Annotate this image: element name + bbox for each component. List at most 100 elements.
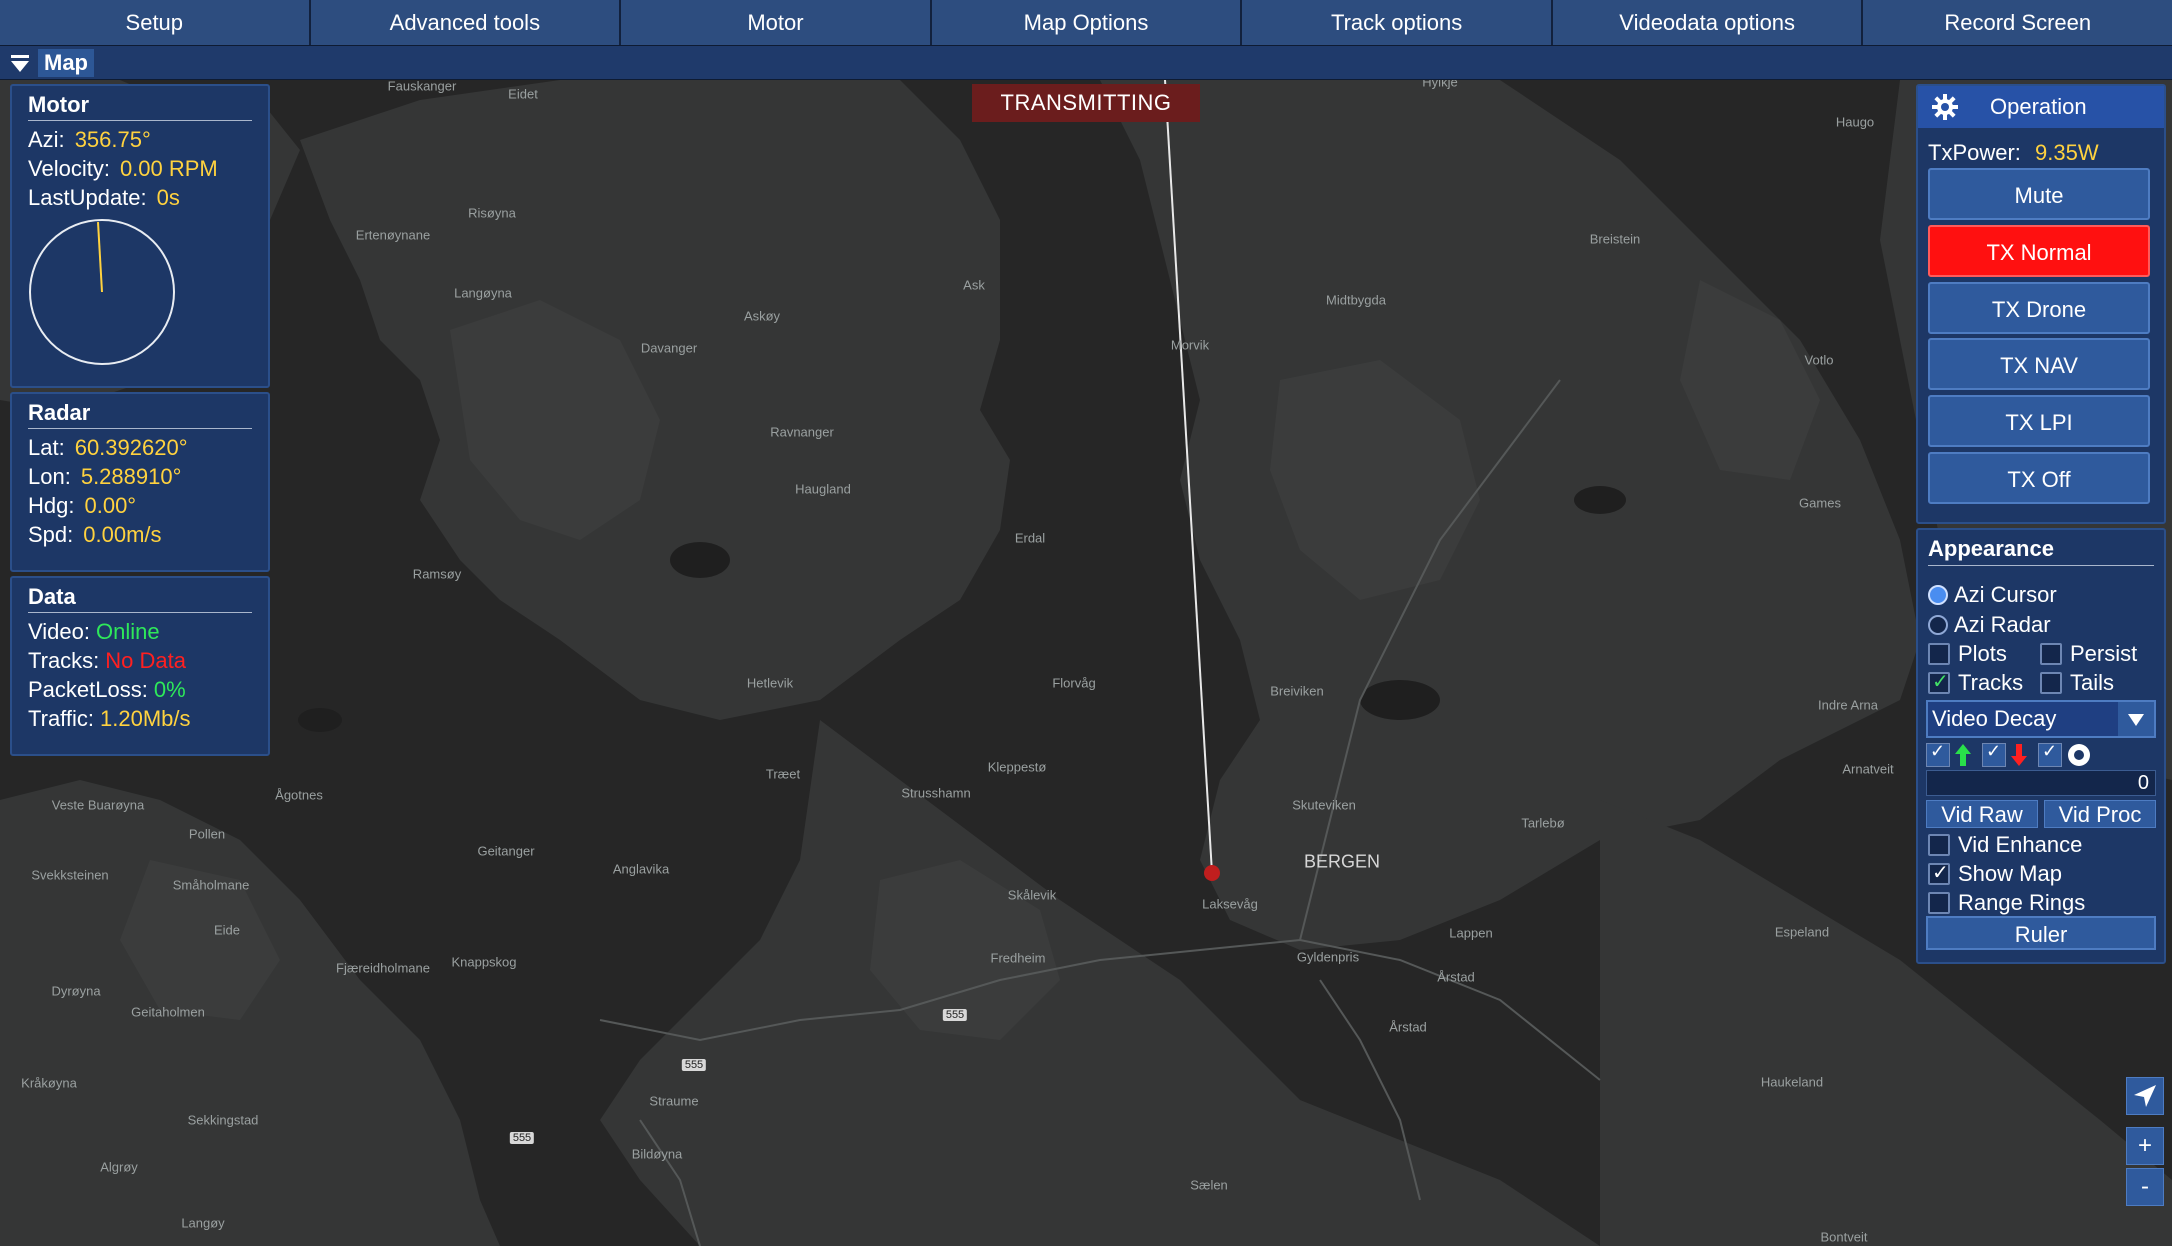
txpower-row: TxPower: 9.35W (1928, 140, 2099, 166)
filter-up-checkbox[interactable] (1926, 741, 1950, 767)
appearance-panel: Appearance Azi Cursor Azi Radar Plots Pe… (1916, 528, 2166, 964)
motor-title: Motor (28, 92, 252, 121)
radar-lon-row: Lon: 5.288910° (28, 462, 252, 491)
range-rings-checkbox[interactable]: Range Rings (1928, 890, 2085, 916)
radar-panel: Radar Lat: 60.392620° Lon: 5.288910° Hdg: 0… (10, 392, 270, 572)
map-label: Knappskog (451, 954, 517, 970)
map-label: Hetlevik (746, 675, 794, 691)
map-view[interactable]: BERGEN Fauskanger Eidet Hylkje Haugo Ris… (0, 80, 2172, 1246)
main-menu: Setup Advanced tools Motor Map Options T… (0, 0, 2172, 45)
map-label: Anglavika (612, 861, 670, 877)
mute-button[interactable]: Mute (1928, 168, 2150, 220)
lastupdate-label: LastUpdate: (28, 185, 147, 210)
map-label: Risøyna (468, 205, 516, 221)
lat-label: Lat: (28, 435, 65, 460)
range-rings-label: Range Rings (1958, 890, 2086, 915)
radio-icon (1928, 615, 1948, 635)
vid-enhance-checkbox[interactable]: Vid Enhance (1928, 832, 2082, 858)
tx-lpi-button[interactable]: TX LPI (1928, 395, 2150, 447)
azi-radar-radio[interactable]: Azi Radar (1928, 612, 2051, 638)
ruler-button[interactable]: Ruler (1926, 916, 2156, 950)
map-label: Morvik (1170, 337, 1210, 353)
tx-nav-button[interactable]: TX NAV (1928, 338, 2150, 390)
checkbox-icon (2040, 643, 2062, 665)
tx-drone-button[interactable]: TX Drone (1928, 282, 2150, 334)
locate-button[interactable] (2126, 1077, 2164, 1115)
video-decay-dropdown[interactable]: Video Decay (1926, 700, 2156, 738)
azi-label: Azi: (28, 127, 65, 152)
tx-off-button[interactable]: TX Off (1928, 452, 2150, 504)
operation-header[interactable]: Operation (1918, 86, 2164, 128)
menu-record-screen[interactable]: Record Screen (1863, 0, 2172, 45)
motor-velocity-row: Velocity: 0.00 RPM (28, 154, 252, 183)
map-label: Florvåg (1052, 675, 1096, 691)
tx-normal-button[interactable]: TX Normal (1928, 225, 2150, 277)
menu-videodata-options[interactable]: Videodata options (1552, 0, 1864, 45)
checkbox-icon (1928, 643, 1950, 665)
appearance-title: Appearance (1928, 536, 2154, 566)
map-label: Bontveit (1820, 1229, 1868, 1245)
map-label: Midtbygda (1326, 292, 1386, 308)
map-label: Svekksteinen (31, 867, 109, 883)
map-label: Strusshamn (901, 785, 971, 801)
filter-stationary-checkbox[interactable] (2038, 741, 2062, 767)
radar-lat-row: Lat: 60.392620° (28, 433, 252, 462)
lastupdate-value: 0s (156, 185, 180, 210)
dropdown-arrow-icon (2118, 702, 2154, 736)
map-label: Fauskanger (387, 80, 457, 94)
menu-advanced-tools[interactable]: Advanced tools (310, 0, 622, 45)
map-label: Skuteviken (1292, 797, 1356, 813)
packetloss-label: PacketLoss: (28, 677, 148, 702)
road-number-badge: 555 (942, 1009, 968, 1021)
filter-down-checkbox[interactable] (1982, 741, 2006, 767)
video-status: Online (95, 619, 160, 644)
map-label: Fredheim (990, 950, 1046, 966)
plots-checkbox[interactable]: Plots (1928, 641, 2007, 667)
operation-panel: Operation TxPower: 9.35W Mute TX Normal … (1916, 84, 2166, 524)
tracks-checkbox[interactable]: Tracks (1928, 669, 2024, 696)
show-map-label: Show Map (1958, 861, 2062, 886)
transmitting-banner: TRANSMITTING (972, 84, 1200, 122)
persist-checkbox[interactable]: Persist (2040, 641, 2137, 667)
traffic-value: 1.20Mb/s (100, 706, 191, 731)
tracks-label: Tracks (1958, 670, 2024, 695)
menu-motor[interactable]: Motor (621, 0, 932, 45)
video-decay-slider[interactable]: 0 (1926, 770, 2156, 796)
collapse-arrow-icon[interactable] (9, 54, 31, 74)
hdg-label: Hdg: (28, 493, 75, 518)
menu-setup[interactable]: Setup (0, 0, 311, 45)
azi-value: 356.75° (74, 127, 151, 152)
map-label: Ertenøynane (355, 227, 431, 243)
spd-value: 0.00m/s (83, 522, 162, 547)
menu-map-options[interactable]: Map Options (931, 0, 1243, 45)
checkbox-checked-icon (1928, 669, 1950, 694)
panel-title: Map (38, 49, 94, 77)
radar-position-marker (1204, 865, 1220, 881)
traffic-label: Traffic: (28, 706, 95, 731)
zoom-out-button[interactable]: - (2126, 1168, 2164, 1206)
persist-label: Persist (2070, 641, 2138, 666)
vid-raw-button[interactable]: Vid Raw (1926, 800, 2038, 828)
map-label: Kleppestø (987, 759, 1047, 775)
plots-label: Plots (1958, 641, 2007, 666)
vid-proc-button[interactable]: Vid Proc (2044, 800, 2156, 828)
data-panel: Data Video: Online Tracks: No Data PacketL… (10, 576, 270, 756)
video-label: Video: (28, 619, 90, 644)
azi-cursor-radio[interactable]: Azi Cursor (1928, 582, 2057, 608)
map-label: Ravnanger (770, 424, 834, 440)
tails-checkbox[interactable]: Tails (2040, 670, 2114, 696)
map-label: Gyldenpris (1296, 949, 1360, 965)
map-label: Arnatveit (1842, 761, 1894, 777)
packetloss-value: 0% (153, 677, 186, 702)
menu-track-options[interactable]: Track options (1242, 0, 1553, 45)
map-label: Årstad (1389, 1019, 1427, 1035)
road-number-badge: 555 (681, 1059, 707, 1071)
show-map-checkbox[interactable]: Show Map (1928, 860, 2062, 887)
radar-hdg-row: Hdg: 0.00° (28, 491, 252, 520)
map-label: Breistein (1589, 231, 1641, 247)
map-label: Veste Buarøyna (51, 797, 145, 813)
map-label: Træet (765, 766, 801, 782)
map-label: Langøyna (454, 285, 512, 301)
checkbox-checked-icon (1928, 860, 1950, 885)
zoom-in-button[interactable]: + (2126, 1127, 2164, 1165)
